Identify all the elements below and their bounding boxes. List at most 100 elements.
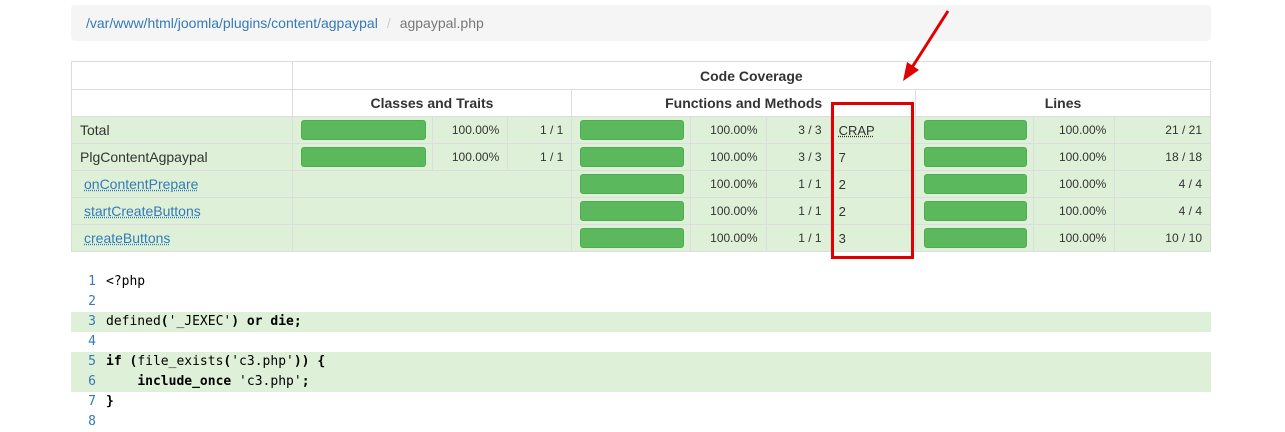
code-text: if (file_exists('c3.php')) { bbox=[106, 352, 325, 372]
code-text: include_once 'c3.php'; bbox=[106, 372, 310, 392]
code-token: ( bbox=[160, 314, 169, 329]
line-number[interactable]: 1 bbox=[71, 272, 106, 292]
method-name-cell: createButtons bbox=[71, 224, 293, 252]
breadcrumb-current: agpaypal.php bbox=[399, 15, 484, 31]
classes-bar-cell bbox=[291, 143, 434, 171]
functions-percent: 100.00% bbox=[690, 116, 767, 144]
functions-fraction: 1 / 1 bbox=[765, 197, 831, 225]
code-line: 3 defined('_JEXEC') or die; bbox=[71, 312, 1211, 332]
crap-cell: CRAP bbox=[829, 116, 917, 144]
functions-percent: 100.00% bbox=[690, 170, 767, 198]
lines-progress-bar bbox=[924, 174, 1027, 194]
code-line: 6 include_once 'c3.php'; bbox=[71, 372, 1211, 392]
classes-progress-bar bbox=[300, 147, 426, 167]
coverage-row: Total 100.00% 1 / 1 100.00% 3 / 3 CRAP 100.00%… bbox=[71, 116, 1211, 144]
code-token: if bbox=[106, 354, 122, 369]
method-link[interactable]: createButtons bbox=[84, 230, 170, 246]
crap-cell: 3 bbox=[829, 224, 917, 252]
functions-fraction: 1 / 1 bbox=[765, 170, 831, 198]
crap-value: 2 bbox=[838, 176, 846, 192]
code-token: die; bbox=[270, 314, 302, 329]
classes-bar-cell bbox=[291, 116, 434, 144]
coverage-row: onContentPrepare 100.00% 1 / 1 2 100.00% 4 / … bbox=[71, 170, 1211, 198]
row-name: PlgContentAgpaypal bbox=[71, 143, 293, 171]
crap-value: 3 bbox=[838, 230, 846, 246]
line-number[interactable]: 4 bbox=[71, 332, 106, 352]
code-token: '_JEXEC' bbox=[168, 314, 232, 329]
lines-percent: 100.00% bbox=[1032, 197, 1116, 225]
coverage-table: Code Coverage Classes and Traits Functio… bbox=[71, 61, 1212, 252]
lines-bar-cell bbox=[915, 143, 1034, 171]
code-text: <?php bbox=[106, 272, 145, 292]
lines-header: Lines bbox=[915, 89, 1211, 117]
code-line: 8 bbox=[71, 412, 1211, 432]
crap-value: 2 bbox=[838, 203, 846, 219]
code-token: include_once bbox=[137, 374, 232, 389]
code-line: 7} bbox=[71, 392, 1211, 412]
code-token: { bbox=[317, 354, 326, 369]
code-line: 5 if (file_exists('c3.php')) { bbox=[71, 352, 1211, 372]
crap-value: 7 bbox=[838, 149, 846, 165]
functions-bar-cell bbox=[571, 143, 692, 171]
code-token: ; bbox=[301, 374, 310, 389]
functions-percent: 100.00% bbox=[690, 197, 767, 225]
lines-progress-bar bbox=[924, 201, 1027, 221]
line-number[interactable]: 3 bbox=[71, 312, 106, 332]
classes-empty-cell bbox=[291, 170, 573, 198]
lines-fraction: 21 / 21 bbox=[1114, 116, 1211, 144]
line-number[interactable]: 6 bbox=[71, 372, 106, 392]
functions-bar-cell bbox=[571, 116, 692, 144]
functions-progress-bar bbox=[580, 174, 685, 194]
functions-progress-bar bbox=[580, 120, 685, 140]
line-number[interactable]: 2 bbox=[71, 292, 106, 312]
classes-percent: 100.00% bbox=[431, 143, 509, 171]
header-empty-cell bbox=[71, 61, 293, 90]
breadcrumb-separator: / bbox=[386, 15, 391, 31]
functions-progress-bar bbox=[580, 147, 685, 167]
breadcrumb: /var/www/html/joomla/plugins/content/agp… bbox=[71, 5, 1211, 41]
lines-percent: 100.00% bbox=[1032, 116, 1116, 144]
line-number[interactable]: 8 bbox=[71, 412, 106, 432]
code-token: ) bbox=[231, 314, 240, 329]
functions-bar-cell bbox=[571, 170, 692, 198]
classes-empty-cell bbox=[291, 197, 573, 225]
classes-empty-cell bbox=[291, 224, 573, 252]
lines-progress-bar bbox=[924, 120, 1027, 140]
lines-percent: 100.00% bbox=[1032, 224, 1116, 252]
crap-cell: 2 bbox=[829, 197, 917, 225]
functions-percent: 100.00% bbox=[690, 224, 767, 252]
source-code-listing: 1 <?php 2 3 defined('_JEXEC') or die; 4 5 if (f… bbox=[71, 272, 1211, 432]
classes-fraction: 1 / 1 bbox=[507, 116, 573, 144]
classes-traits-header: Classes and Traits bbox=[291, 89, 573, 117]
code-token: )) bbox=[293, 354, 310, 369]
classes-progress-bar bbox=[300, 120, 426, 140]
lines-fraction: 18 / 18 bbox=[1114, 143, 1211, 171]
code-line: 2 bbox=[71, 292, 1211, 312]
crap-label: CRAP bbox=[838, 122, 875, 138]
lines-percent: 100.00% bbox=[1032, 170, 1116, 198]
method-name-cell: startCreateButtons bbox=[71, 197, 293, 225]
header-empty-cell bbox=[71, 89, 293, 117]
coverage-row: PlgContentAgpaypal 100.00% 1 / 1 100.00% 3 /… bbox=[71, 143, 1211, 171]
code-token: file_exists bbox=[137, 354, 224, 369]
code-line: 1 <?php bbox=[71, 272, 1211, 292]
coverage-row: startCreateButtons 100.00% 1 / 1 2 100.00% 4 … bbox=[71, 197, 1211, 225]
functions-fraction: 3 / 3 bbox=[765, 116, 831, 144]
crap-cell: 7 bbox=[829, 143, 917, 171]
functions-methods-header: Functions and Methods bbox=[571, 89, 917, 117]
method-link[interactable]: onContentPrepare bbox=[84, 176, 198, 192]
line-number[interactable]: 7 bbox=[71, 392, 106, 412]
code-text: } bbox=[106, 392, 114, 412]
code-token: <?php bbox=[106, 274, 146, 289]
method-link[interactable]: startCreateButtons bbox=[84, 203, 201, 219]
line-number[interactable]: 5 bbox=[71, 352, 106, 372]
breadcrumb-path-link[interactable]: /var/www/html/joomla/plugins/content/agp… bbox=[86, 15, 378, 31]
coverage-row: createButtons 100.00% 1 / 1 3 100.00% 10 / 10 bbox=[71, 224, 1211, 252]
lines-bar-cell bbox=[915, 224, 1034, 252]
classes-percent: 100.00% bbox=[431, 116, 509, 144]
classes-fraction: 1 / 1 bbox=[507, 143, 573, 171]
lines-fraction: 10 / 10 bbox=[1114, 224, 1211, 252]
lines-fraction: 4 / 4 bbox=[1114, 170, 1211, 198]
functions-percent: 100.00% bbox=[690, 143, 767, 171]
